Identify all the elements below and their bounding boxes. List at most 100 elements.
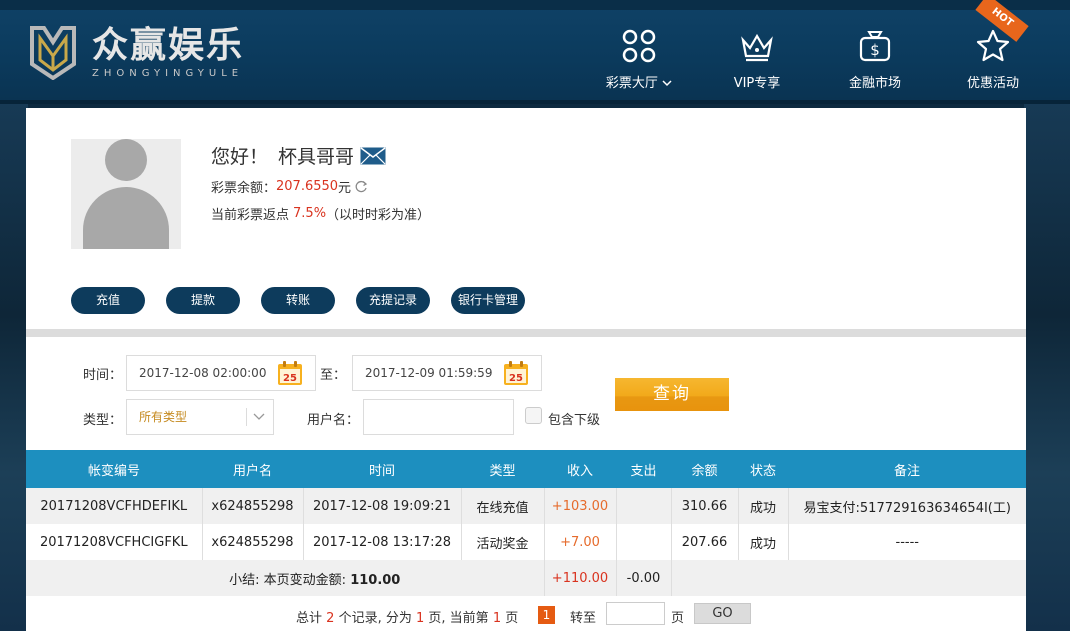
summary-label: 小结: 本页变动金额: (229, 572, 347, 588)
cell-expense (616, 524, 672, 560)
pager-summary: 总计 2 个记录, 分为 1 页, 当前第 1 页 (296, 607, 518, 626)
username-input[interactable] (363, 399, 514, 435)
page-1-button[interactable]: 1 (538, 606, 555, 624)
summary-expense: -0.00 (616, 560, 672, 596)
nav-promotions-label: 优惠活动 (966, 76, 1019, 91)
cell-time: 2017-12-08 19:09:21 (303, 488, 462, 524)
pager-pages: 1 (415, 611, 425, 626)
cell-note: 易宝支付:517729163634654I(工) (803, 500, 1011, 516)
user-info: 您好！ 杯具哥哥 彩票余额： 207.6550 元 当前彩票返点 7.5% （以… (211, 142, 430, 223)
type-label: 类型： (83, 413, 123, 428)
profile-section (71, 139, 181, 249)
withdraw-button[interactable]: 提款 (166, 287, 240, 314)
time-label: 时间： (83, 368, 123, 383)
table-row[interactable]: 20171208VCFHDEFIKL x624855298 2017-12-08… (26, 488, 1026, 524)
balance-value: 207.6550 (276, 179, 339, 194)
col-header: 时间 (368, 463, 395, 479)
cell-id: 20171208VCFHCIGFKL (26, 524, 203, 560)
nav-finance-label: 金融市场 (848, 76, 901, 91)
pager-total-count: 2 (326, 611, 335, 626)
table-header-row: 帐变编号 用户名 时间 类型 收入 支出 余额 状态 备注 (26, 450, 1026, 488)
col-header: 收入 (566, 463, 593, 479)
cell-id: 20171208VCFHDEFIKL (26, 488, 203, 524)
time-from-value: 2017-12-08 02:00:00 (139, 366, 267, 380)
top-header: 众赢娱乐 ZHONGYINGYULE 彩票大厅 VIP专享 $ 金融市场 优惠活… (0, 0, 1070, 104)
summary-amount: 110.00 (350, 572, 401, 588)
calendar-icon[interactable]: 25 (277, 360, 303, 386)
pager-pages-text: 页, 当前第 (428, 611, 489, 626)
nav-promotions[interactable]: 优惠活动 (934, 28, 1052, 91)
money-bag-icon: $ (859, 31, 891, 62)
transfer-button[interactable]: 转账 (261, 287, 335, 314)
summary-income: +110.00 (544, 560, 617, 596)
section-divider (26, 329, 1026, 337)
nav-vip[interactable]: VIP专享 (698, 28, 816, 91)
include-sub-checkbox[interactable] (525, 407, 542, 424)
include-sub-label: 包含下级 (548, 413, 601, 428)
goto-page-input[interactable] (606, 602, 665, 625)
rebate-value: 7.5% (293, 206, 327, 221)
calendar-icon[interactable]: 25 (503, 360, 529, 386)
cell-user: x624855298 (202, 524, 304, 560)
cell-time: 2017-12-08 13:17:28 (303, 524, 462, 560)
username-label: 用户名： (307, 413, 360, 428)
cell-type: 在线充值 (461, 488, 545, 524)
pagination: 总计 2 个记录, 分为 1 页, 当前第 1 页 1 转至 页 GO (26, 600, 1026, 630)
goto-unit: 页 (671, 611, 685, 626)
account-actions: 充值 提款 转账 充提记录 银行卡管理 (71, 287, 546, 314)
brand-logo[interactable]: 众赢娱乐 ZHONGYINGYULE (28, 24, 244, 80)
avatar-body (83, 187, 169, 249)
nav-lottery-label: 彩票大厅 (605, 76, 658, 91)
rebate-label: 当前彩票返点 (211, 208, 290, 223)
to-label: 至： (320, 368, 347, 383)
table-row[interactable]: 20171208VCFHCIGFKL x624855298 2017-12-08… (26, 524, 1026, 560)
grid-icon (622, 29, 656, 63)
cell-status: 成功 (738, 524, 789, 560)
mail-icon[interactable] (360, 146, 386, 165)
main-nav: 彩票大厅 VIP专享 $ 金融市场 优惠活动 (580, 28, 1052, 91)
username-text: 杯具哥哥 (278, 146, 355, 168)
cell-income: +7.00 (544, 524, 617, 560)
goto-label: 转至 (570, 611, 597, 626)
crown-icon (741, 33, 773, 62)
col-header: 余额 (691, 463, 718, 479)
cell-income: +103.00 (544, 488, 617, 524)
cell-user: x624855298 (202, 488, 304, 524)
calendar-day-number: 25 (509, 373, 523, 384)
balance-unit: 元 (338, 181, 352, 196)
avatar (71, 139, 181, 249)
avatar-head (105, 139, 147, 181)
transactions-table: 帐变编号 用户名 时间 类型 收入 支出 余额 状态 备注 20171208VC… (26, 450, 1026, 596)
nav-vip-label: VIP专享 (733, 76, 781, 91)
deposit-button[interactable]: 充值 (71, 287, 145, 314)
nav-finance[interactable]: $ 金融市场 (816, 28, 934, 91)
cell-status: 成功 (738, 488, 789, 524)
brand-subtitle: ZHONGYINGYULE (92, 67, 244, 79)
logo-mark-icon (30, 26, 76, 80)
type-select[interactable]: 所有类型 (126, 399, 274, 435)
background-left (0, 104, 28, 631)
go-button[interactable]: GO (694, 603, 751, 624)
time-to-input[interactable]: 2017-12-09 01:59:59 25 (352, 355, 542, 391)
rebate-note: （以时时彩为准） (326, 208, 431, 223)
type-select-value: 所有类型 (139, 410, 188, 424)
cell-expense (616, 488, 672, 524)
col-header: 支出 (630, 463, 657, 479)
time-to-value: 2017-12-09 01:59:59 (365, 366, 493, 380)
transaction-records-button[interactable]: 充提记录 (356, 287, 430, 314)
cell-balance: 310.66 (671, 488, 739, 524)
col-header: 备注 (893, 463, 920, 479)
col-header: 类型 (489, 463, 516, 479)
select-separator (246, 408, 247, 426)
filter-form: 时间： 2017-12-08 02:00:00 25 至： 2017-12-09… (26, 337, 1026, 450)
summary-label-cell: 小结: 本页变动金额: 110.00 (26, 560, 545, 596)
nav-lottery-hall[interactable]: 彩票大厅 (580, 28, 698, 91)
refresh-icon[interactable] (354, 180, 368, 194)
summary-empty (671, 560, 1026, 596)
chevron-down-icon (253, 413, 265, 420)
query-button[interactable]: 查询 (615, 378, 729, 411)
bank-card-button[interactable]: 银行卡管理 (451, 287, 525, 314)
time-from-input[interactable]: 2017-12-08 02:00:00 25 (126, 355, 316, 391)
brand-title: 众赢娱乐 (92, 24, 245, 66)
header-top-strip (0, 0, 1070, 10)
